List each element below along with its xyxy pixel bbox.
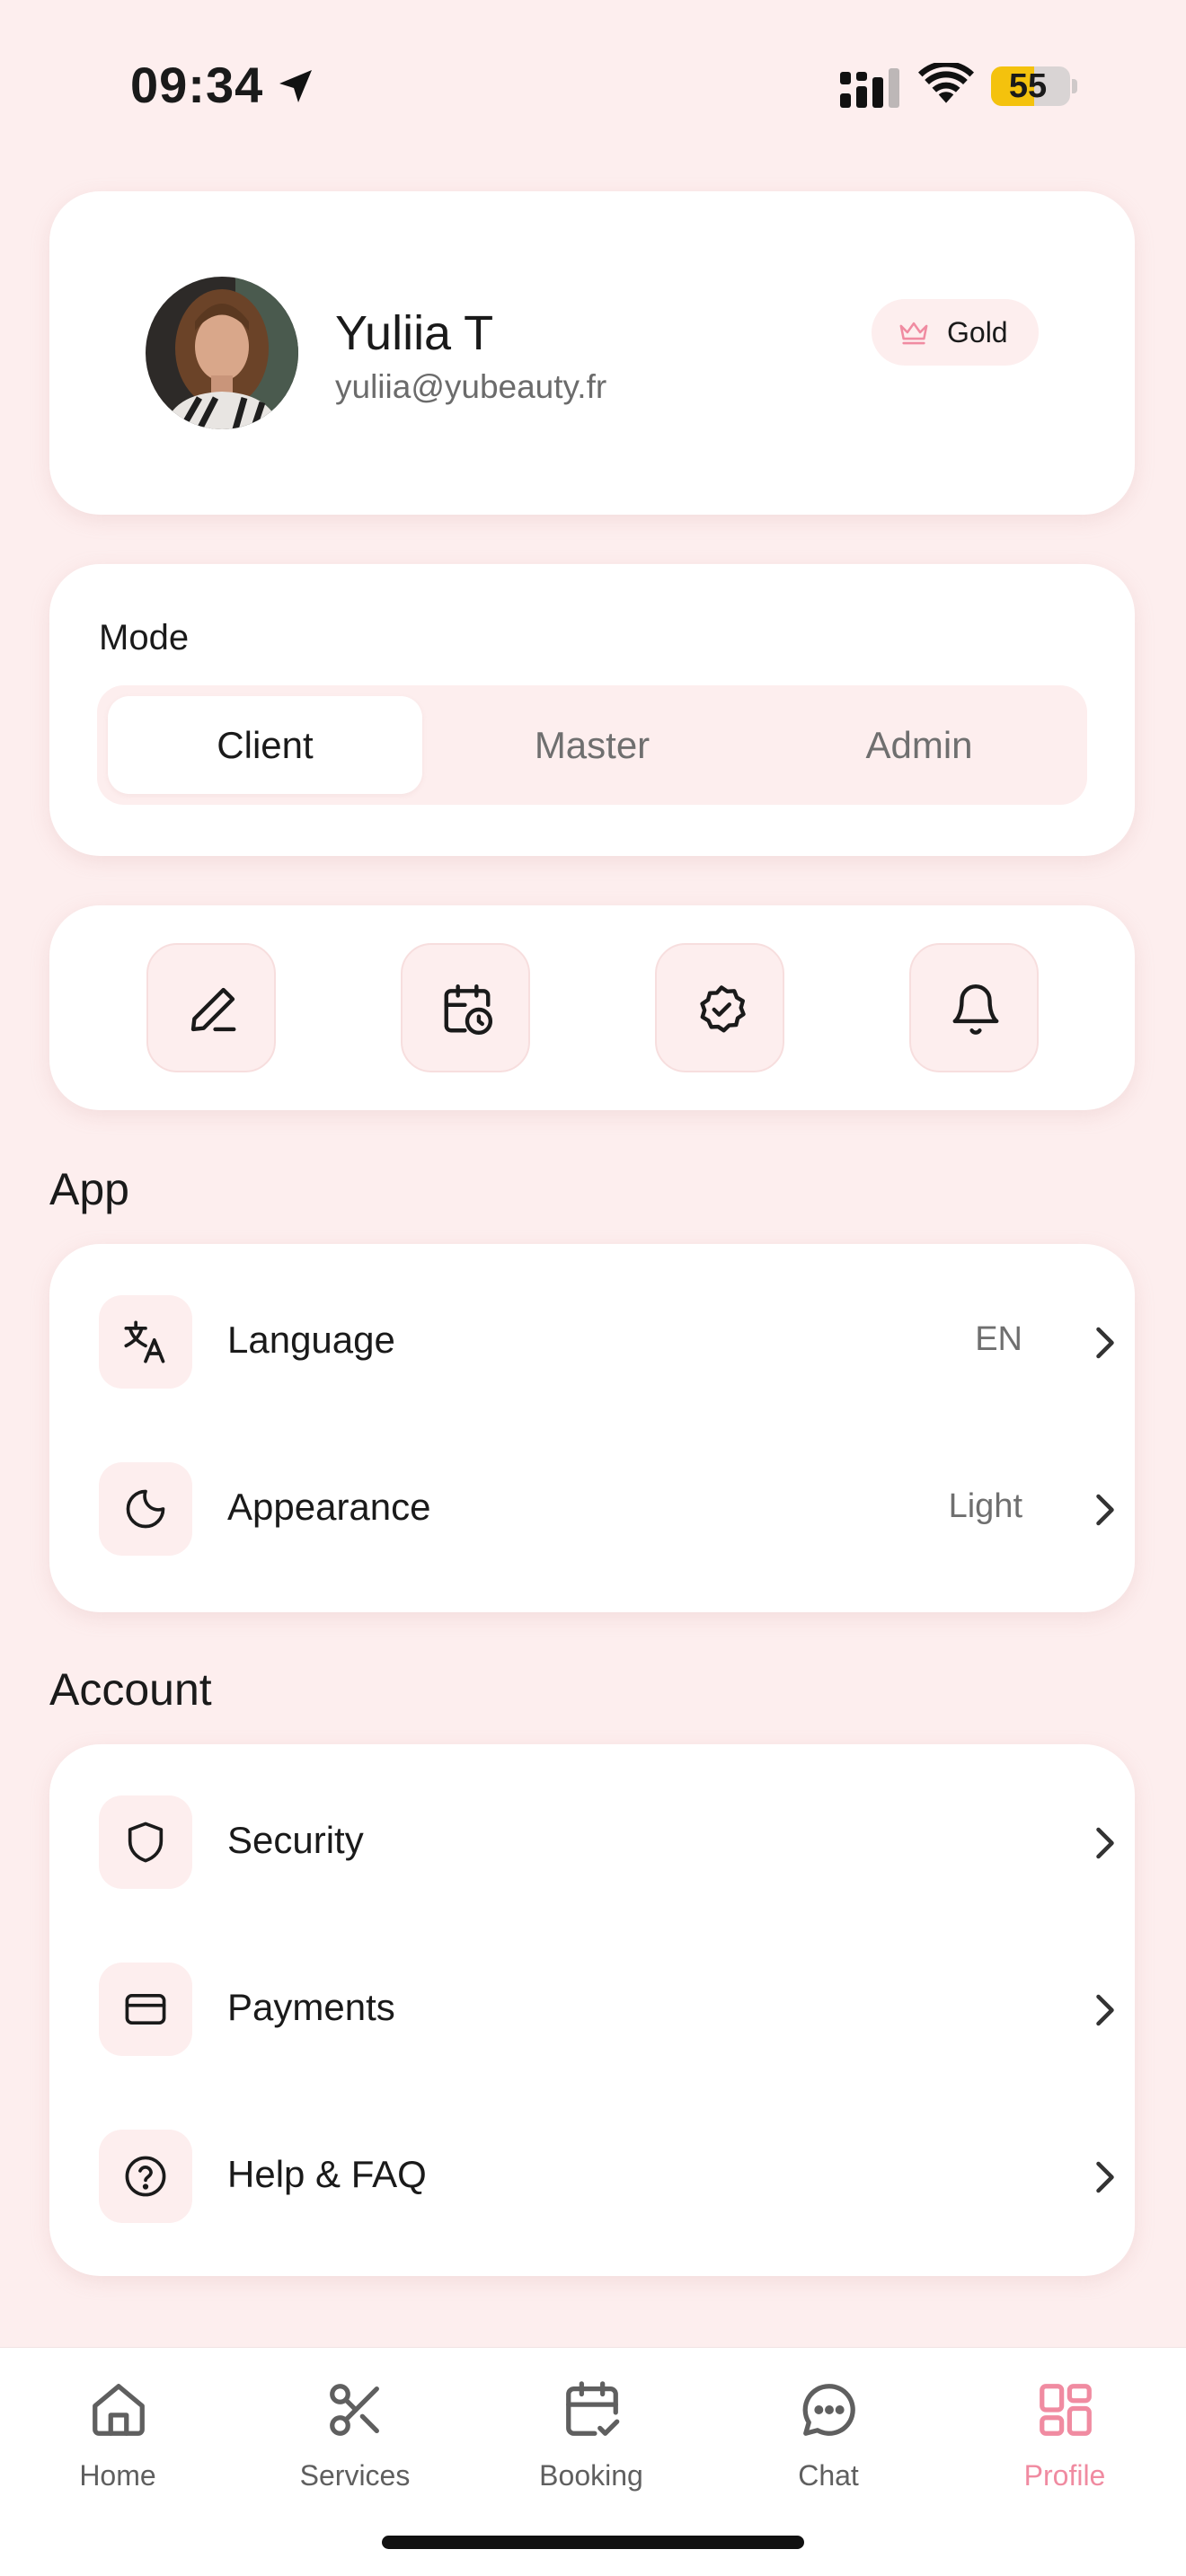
chevron-right-icon (1096, 1327, 1114, 1359)
tier-badge: Gold (872, 299, 1039, 366)
settings-row-appearance[interactable]: Appearance Light (49, 1422, 1135, 1589)
grid-icon (1040, 2384, 1092, 2436)
tab-label: Booking (539, 2459, 643, 2492)
home-icon (93, 2384, 145, 2436)
badge-check-icon (700, 985, 746, 1033)
battery-indicator: 55 (991, 66, 1077, 106)
appointments-button[interactable] (401, 943, 530, 1072)
shield-icon (128, 1822, 164, 1863)
tab-label: Profile (1023, 2459, 1106, 2492)
edit-icon (190, 987, 236, 1032)
moon-icon (126, 1489, 165, 1529)
app-settings-card: Language EN Appearance Light (49, 1244, 1135, 1612)
user-email: yuliia@yubeauty.fr (335, 368, 607, 405)
settings-row-label: Payments (227, 1986, 395, 2028)
quick-actions-card (49, 905, 1135, 1110)
avatar[interactable] (146, 277, 298, 429)
calendar-clock-icon (444, 984, 493, 1036)
settings-row-value: EN (975, 1320, 1022, 1358)
translate-icon (124, 1320, 165, 1363)
wifi-icon (918, 63, 974, 103)
crown-icon (899, 322, 928, 345)
settings-row-label: Security (227, 1819, 364, 1861)
tab-services[interactable]: Services (256, 2369, 454, 2504)
chevron-right-icon (1096, 1827, 1114, 1859)
tier-label: Gold (947, 316, 1008, 348)
scissors-icon (330, 2384, 379, 2436)
chevron-right-icon (1096, 1494, 1114, 1526)
tab-label: Chat (798, 2459, 859, 2492)
notifications-button[interactable] (909, 943, 1039, 1072)
mode-option-admin[interactable]: Admin (762, 696, 1076, 794)
help-circle-icon (125, 2156, 166, 2197)
credit-card-icon (125, 1993, 166, 2025)
bell-icon (952, 984, 999, 1035)
tab-label: Services (299, 2459, 411, 2492)
settings-row-help[interactable]: Help & FAQ (49, 2089, 1135, 2256)
account-settings-card: Security Payments Help & FAQ (49, 1744, 1135, 2276)
chevron-right-icon (1096, 1994, 1114, 2026)
edit-profile-button[interactable] (146, 943, 276, 1072)
tab-chat[interactable]: Chat (730, 2369, 927, 2504)
chevron-right-icon (1096, 2161, 1114, 2193)
status-bar: 09:34 55 (0, 0, 1186, 171)
home-indicator (382, 2536, 804, 2549)
settings-row-language[interactable]: Language EN (49, 1255, 1135, 1422)
verified-button[interactable] (655, 943, 784, 1072)
section-title-account: Account (49, 1664, 212, 1715)
user-name: Yuliia T (335, 306, 494, 360)
cellular-signal-icon (840, 68, 899, 108)
chat-icon (802, 2384, 855, 2436)
mode-option-master[interactable]: Master (435, 696, 749, 794)
battery-percent: 55 (1008, 67, 1048, 105)
section-title-app: App (49, 1164, 129, 1214)
mode-segmented-control: Client Master Admin (97, 685, 1087, 805)
settings-row-security[interactable]: Security (49, 1755, 1135, 1922)
tab-booking[interactable]: Booking (492, 2369, 690, 2504)
location-arrow-icon (279, 70, 312, 102)
settings-row-payments[interactable]: Payments (49, 1922, 1135, 2089)
mode-card: Mode Client Master Admin (49, 564, 1135, 856)
mode-option-client[interactable]: Client (108, 696, 422, 794)
tab-home[interactable]: Home (19, 2369, 217, 2504)
profile-card[interactable]: Yuliia T yuliia@yubeauty.fr Gold (49, 191, 1135, 515)
calendar-check-icon (566, 2381, 620, 2436)
settings-row-value: Light (948, 1487, 1022, 1525)
status-time: 09:34 (130, 57, 264, 113)
mode-title: Mode (99, 618, 190, 657)
settings-row-label: Language (227, 1319, 395, 1361)
settings-row-label: Appearance (227, 1486, 431, 1528)
tab-profile[interactable]: Profile (966, 2369, 1164, 2504)
settings-row-label: Help & FAQ (227, 2153, 427, 2195)
tab-label: Home (79, 2459, 156, 2492)
